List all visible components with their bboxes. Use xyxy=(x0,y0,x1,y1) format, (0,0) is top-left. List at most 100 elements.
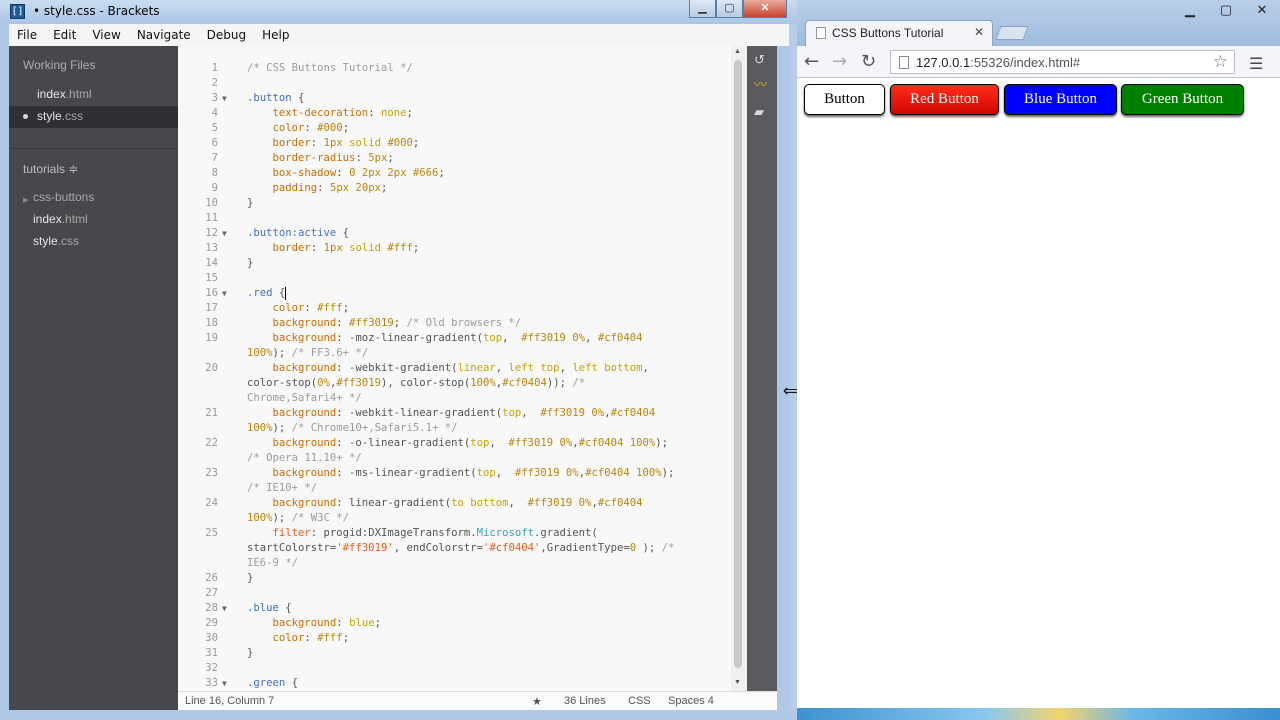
back-arrow-icon[interactable]: ← xyxy=(804,51,819,72)
code-line[interactable]: startColorstr='#ff3019', endColorstr='#c… xyxy=(178,541,747,556)
code-text[interactable]: 100%); /* W3C */ xyxy=(247,511,349,526)
blue-button[interactable]: Blue Button xyxy=(1004,84,1117,115)
menu-file[interactable]: File xyxy=(9,28,45,42)
code-text[interactable]: background: -webkit-linear-gradient(top,… xyxy=(247,406,656,421)
code-line[interactable]: 14} xyxy=(178,256,747,271)
code-text[interactable]: .blue { xyxy=(247,601,292,616)
tree-file-index-html[interactable]: index.html xyxy=(33,212,88,226)
code-text[interactable]: startColorstr='#ff3019', endColorstr='#c… xyxy=(247,541,674,556)
scrollbar-thumb[interactable] xyxy=(734,60,742,668)
code-line[interactable]: 11 xyxy=(178,211,747,226)
code-line[interactable]: 20 background: -webkit-gradient(linear, … xyxy=(178,361,747,376)
chrome-menu-icon[interactable]: ☰ xyxy=(1249,54,1263,74)
tree-folder-css-buttons[interactable]: css-buttons xyxy=(33,190,94,204)
indent-setting[interactable]: Spaces 4 xyxy=(668,695,714,707)
code-text[interactable]: background: -ms-linear-gradient(top, #ff… xyxy=(247,466,675,481)
code-line[interactable]: Chrome,Safari4+ */ xyxy=(178,391,747,406)
code-text[interactable]: } xyxy=(247,256,253,271)
code-line[interactable]: 28 ▼ .blue { xyxy=(178,601,747,616)
code-line[interactable]: 31} xyxy=(178,646,747,661)
folder-collapsed-icon[interactable]: ▶ xyxy=(23,196,28,204)
code-line[interactable]: 3 ▼ .button { xyxy=(178,91,747,106)
code-text[interactable]: border-radius: 5px; xyxy=(247,151,394,166)
code-line[interactable]: 26} xyxy=(178,571,747,586)
menu-edit[interactable]: Edit xyxy=(45,28,84,42)
code-text[interactable]: .red { xyxy=(247,286,287,301)
code-text[interactable]: background: -webkit-gradient(linear, lef… xyxy=(247,361,649,376)
tab-close-icon[interactable]: ✕ xyxy=(974,25,984,39)
fold-arrow-icon[interactable]: ▼ xyxy=(222,676,227,691)
code-line[interactable]: 5 color: #000; xyxy=(178,121,747,136)
code-text[interactable]: /* Opera 11.10+ */ xyxy=(247,451,362,466)
code-line[interactable]: 16 ▼ .red { xyxy=(178,286,747,301)
menu-view[interactable]: View xyxy=(84,28,128,42)
code-line[interactable]: 6 border: 1px solid #000; xyxy=(178,136,747,151)
reload-icon[interactable]: ↻ xyxy=(861,51,876,72)
menu-help[interactable]: Help xyxy=(254,28,297,42)
fold-arrow-icon[interactable]: ▼ xyxy=(222,91,227,106)
code-editor[interactable]: 1/* CSS Buttons Tutorial */2 3 ▼ .button {4… xyxy=(178,46,747,691)
code-text[interactable]: .green { xyxy=(247,676,298,691)
code-line[interactable]: 25 filter: progid:DXImageTransform.Micro… xyxy=(178,526,747,541)
code-line[interactable]: 100%); /* W3C */ xyxy=(178,511,747,526)
code-text[interactable]: border: 1px solid #000; xyxy=(247,136,420,151)
project-dropdown[interactable]: tutorials ≑ xyxy=(23,162,78,176)
code-line[interactable]: 2 xyxy=(178,76,747,91)
code-content[interactable]: 1/* CSS Buttons Tutorial */2 3 ▼ .button {4… xyxy=(178,61,747,691)
code-text[interactable]: color: #000; xyxy=(247,121,350,136)
code-text[interactable]: 100%); /* FF3.6+ */ xyxy=(247,346,368,361)
close-button[interactable]: ✕ xyxy=(743,0,787,18)
forward-arrow-icon[interactable]: → xyxy=(832,51,847,72)
code-text[interactable]: padding: 5px 20px; xyxy=(247,181,388,196)
scroll-down-icon[interactable]: ▼ xyxy=(734,679,741,686)
plain-button[interactable]: Button xyxy=(804,84,885,115)
code-text[interactable]: .button:active { xyxy=(247,226,349,241)
tree-file-style-css[interactable]: style.css xyxy=(33,234,79,248)
code-text[interactable]: IE6-9 */ xyxy=(247,556,298,571)
refresh-icon[interactable]: ↺ xyxy=(754,52,765,68)
fold-arrow-icon[interactable]: ▼ xyxy=(222,226,227,241)
browser-tab[interactable]: CSS Buttons Tutorial ✕ xyxy=(805,20,993,46)
code-text[interactable]: background: -o-linear-gradient(top, #ff3… xyxy=(247,436,668,451)
code-text[interactable]: filter: progid:DXImageTransform.Microsof… xyxy=(247,526,598,541)
code-line[interactable]: 7 border-radius: 5px; xyxy=(178,151,747,166)
code-text[interactable]: text-decoration: none; xyxy=(247,106,413,121)
code-line[interactable]: 23 background: -ms-linear-gradient(top, … xyxy=(178,466,747,481)
extension-manager-icon[interactable]: ▰ xyxy=(754,104,764,120)
code-line[interactable]: 4 text-decoration: none; xyxy=(178,106,747,121)
code-line[interactable]: 29 background: blue; xyxy=(178,616,747,631)
brackets-titlebar[interactable]: [] • style.css - Brackets ▁ ▢ ✕ xyxy=(0,0,797,24)
code-line[interactable]: 8 box-shadow: 0 2px 2px #666; xyxy=(178,166,747,181)
code-line[interactable]: 17 color: #fff; xyxy=(178,301,747,316)
code-line[interactable]: 22 background: -o-linear-gradient(top, #… xyxy=(178,436,747,451)
new-tab-button[interactable] xyxy=(995,26,1029,40)
chrome-close-button[interactable]: ✕ xyxy=(1244,0,1280,20)
code-text[interactable]: /* CSS Buttons Tutorial */ xyxy=(247,61,413,76)
scroll-up-icon[interactable]: ▲ xyxy=(734,48,741,55)
chrome-minimize-button[interactable]: ▁ xyxy=(1172,0,1208,20)
language-mode[interactable]: CSS xyxy=(628,695,651,707)
code-line[interactable]: 15 xyxy=(178,271,747,286)
code-text[interactable]: } xyxy=(247,646,253,661)
code-text[interactable]: background: blue; xyxy=(247,616,381,631)
code-text[interactable]: background: linear-gradient(to bottom, #… xyxy=(247,496,643,511)
code-text[interactable]: background: #ff3019; /* Old browsers */ xyxy=(247,316,522,331)
code-line[interactable]: 18 background: #ff3019; /* Old browsers … xyxy=(178,316,747,331)
code-text[interactable]: color: #fff; xyxy=(247,301,350,316)
code-line[interactable]: 100%); /* Chrome10+,Safari5.1+ */ xyxy=(178,421,747,436)
code-text[interactable]: .button { xyxy=(247,91,304,106)
fold-arrow-icon[interactable]: ▼ xyxy=(222,286,227,301)
code-text[interactable]: color: #fff; xyxy=(247,631,350,646)
code-text[interactable]: background: -moz-linear-gradient(top, #f… xyxy=(247,331,643,346)
code-text[interactable]: 100%); /* Chrome10+,Safari5.1+ */ xyxy=(247,421,457,436)
code-line[interactable]: 10} xyxy=(178,196,747,211)
code-line[interactable]: 21 background: -webkit-linear-gradient(t… xyxy=(178,406,747,421)
code-line[interactable]: /* Opera 11.10+ */ xyxy=(178,451,747,466)
fold-arrow-icon[interactable]: ▼ xyxy=(222,601,227,616)
menu-navigate[interactable]: Navigate xyxy=(129,28,199,42)
red-button[interactable]: Red Button xyxy=(890,84,999,115)
code-text[interactable]: color-stop(0%,#ff3019), color-stop(100%,… xyxy=(247,376,585,391)
code-line[interactable]: 24 background: linear-gradient(to bottom… xyxy=(178,496,747,511)
code-line[interactable]: 30 color: #fff; xyxy=(178,631,747,646)
code-line[interactable]: 19 background: -moz-linear-gradient(top,… xyxy=(178,331,747,346)
